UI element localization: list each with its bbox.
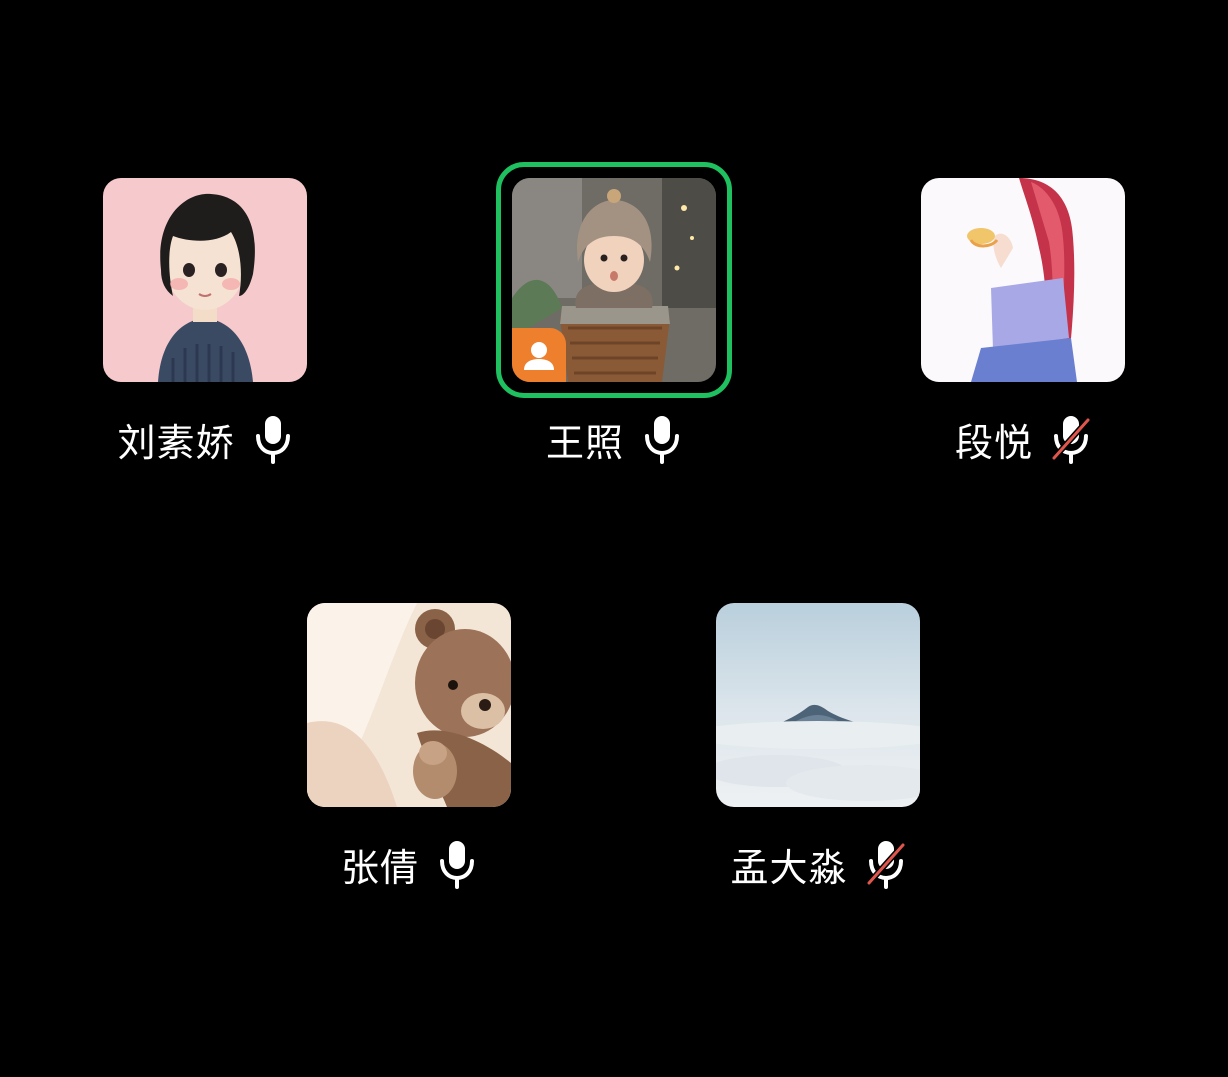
participant-label-meng-damiao: 孟大淼 (678, 834, 958, 894)
participant-name: 王照 (545, 420, 624, 465)
participant-label-liu-sujiao: 刘素娇 (65, 409, 345, 469)
participant-label-wang-zhao: 王照 (474, 409, 754, 469)
avatar-zhang-qian[interactable] (307, 603, 511, 807)
avatar-wang-zhao[interactable] (512, 178, 716, 382)
participant-name: 张倩 (340, 845, 419, 890)
cartoon-girl-avatar (103, 178, 307, 382)
voice-call-screen: { "participants": [ {"name": "刘素娇", "mic… (0, 0, 1228, 1077)
participant-name: 刘素娇 (117, 420, 235, 465)
participant-label-duan-yue: 段悦 (883, 409, 1163, 469)
participant-label-zhang-qian: 张倩 (269, 834, 549, 894)
microphone-icon (437, 839, 477, 889)
host-badge (512, 328, 566, 382)
host-person-icon (524, 342, 554, 370)
microphone-icon (253, 414, 293, 464)
avatar-duan-yue[interactable] (921, 178, 1125, 382)
microphone-muted-icon (865, 839, 906, 889)
avatar-liu-sujiao[interactable] (103, 178, 307, 382)
mountain-clouds-avatar (716, 603, 920, 807)
anime-girl-avatar (921, 178, 1125, 382)
participant-name: 孟大淼 (730, 845, 848, 890)
microphone-muted-icon (1051, 414, 1091, 464)
avatar-meng-damiao[interactable] (716, 603, 920, 807)
teddy-bear-avatar (307, 603, 511, 807)
microphone-icon (642, 414, 682, 464)
participant-name: 段悦 (954, 420, 1033, 465)
